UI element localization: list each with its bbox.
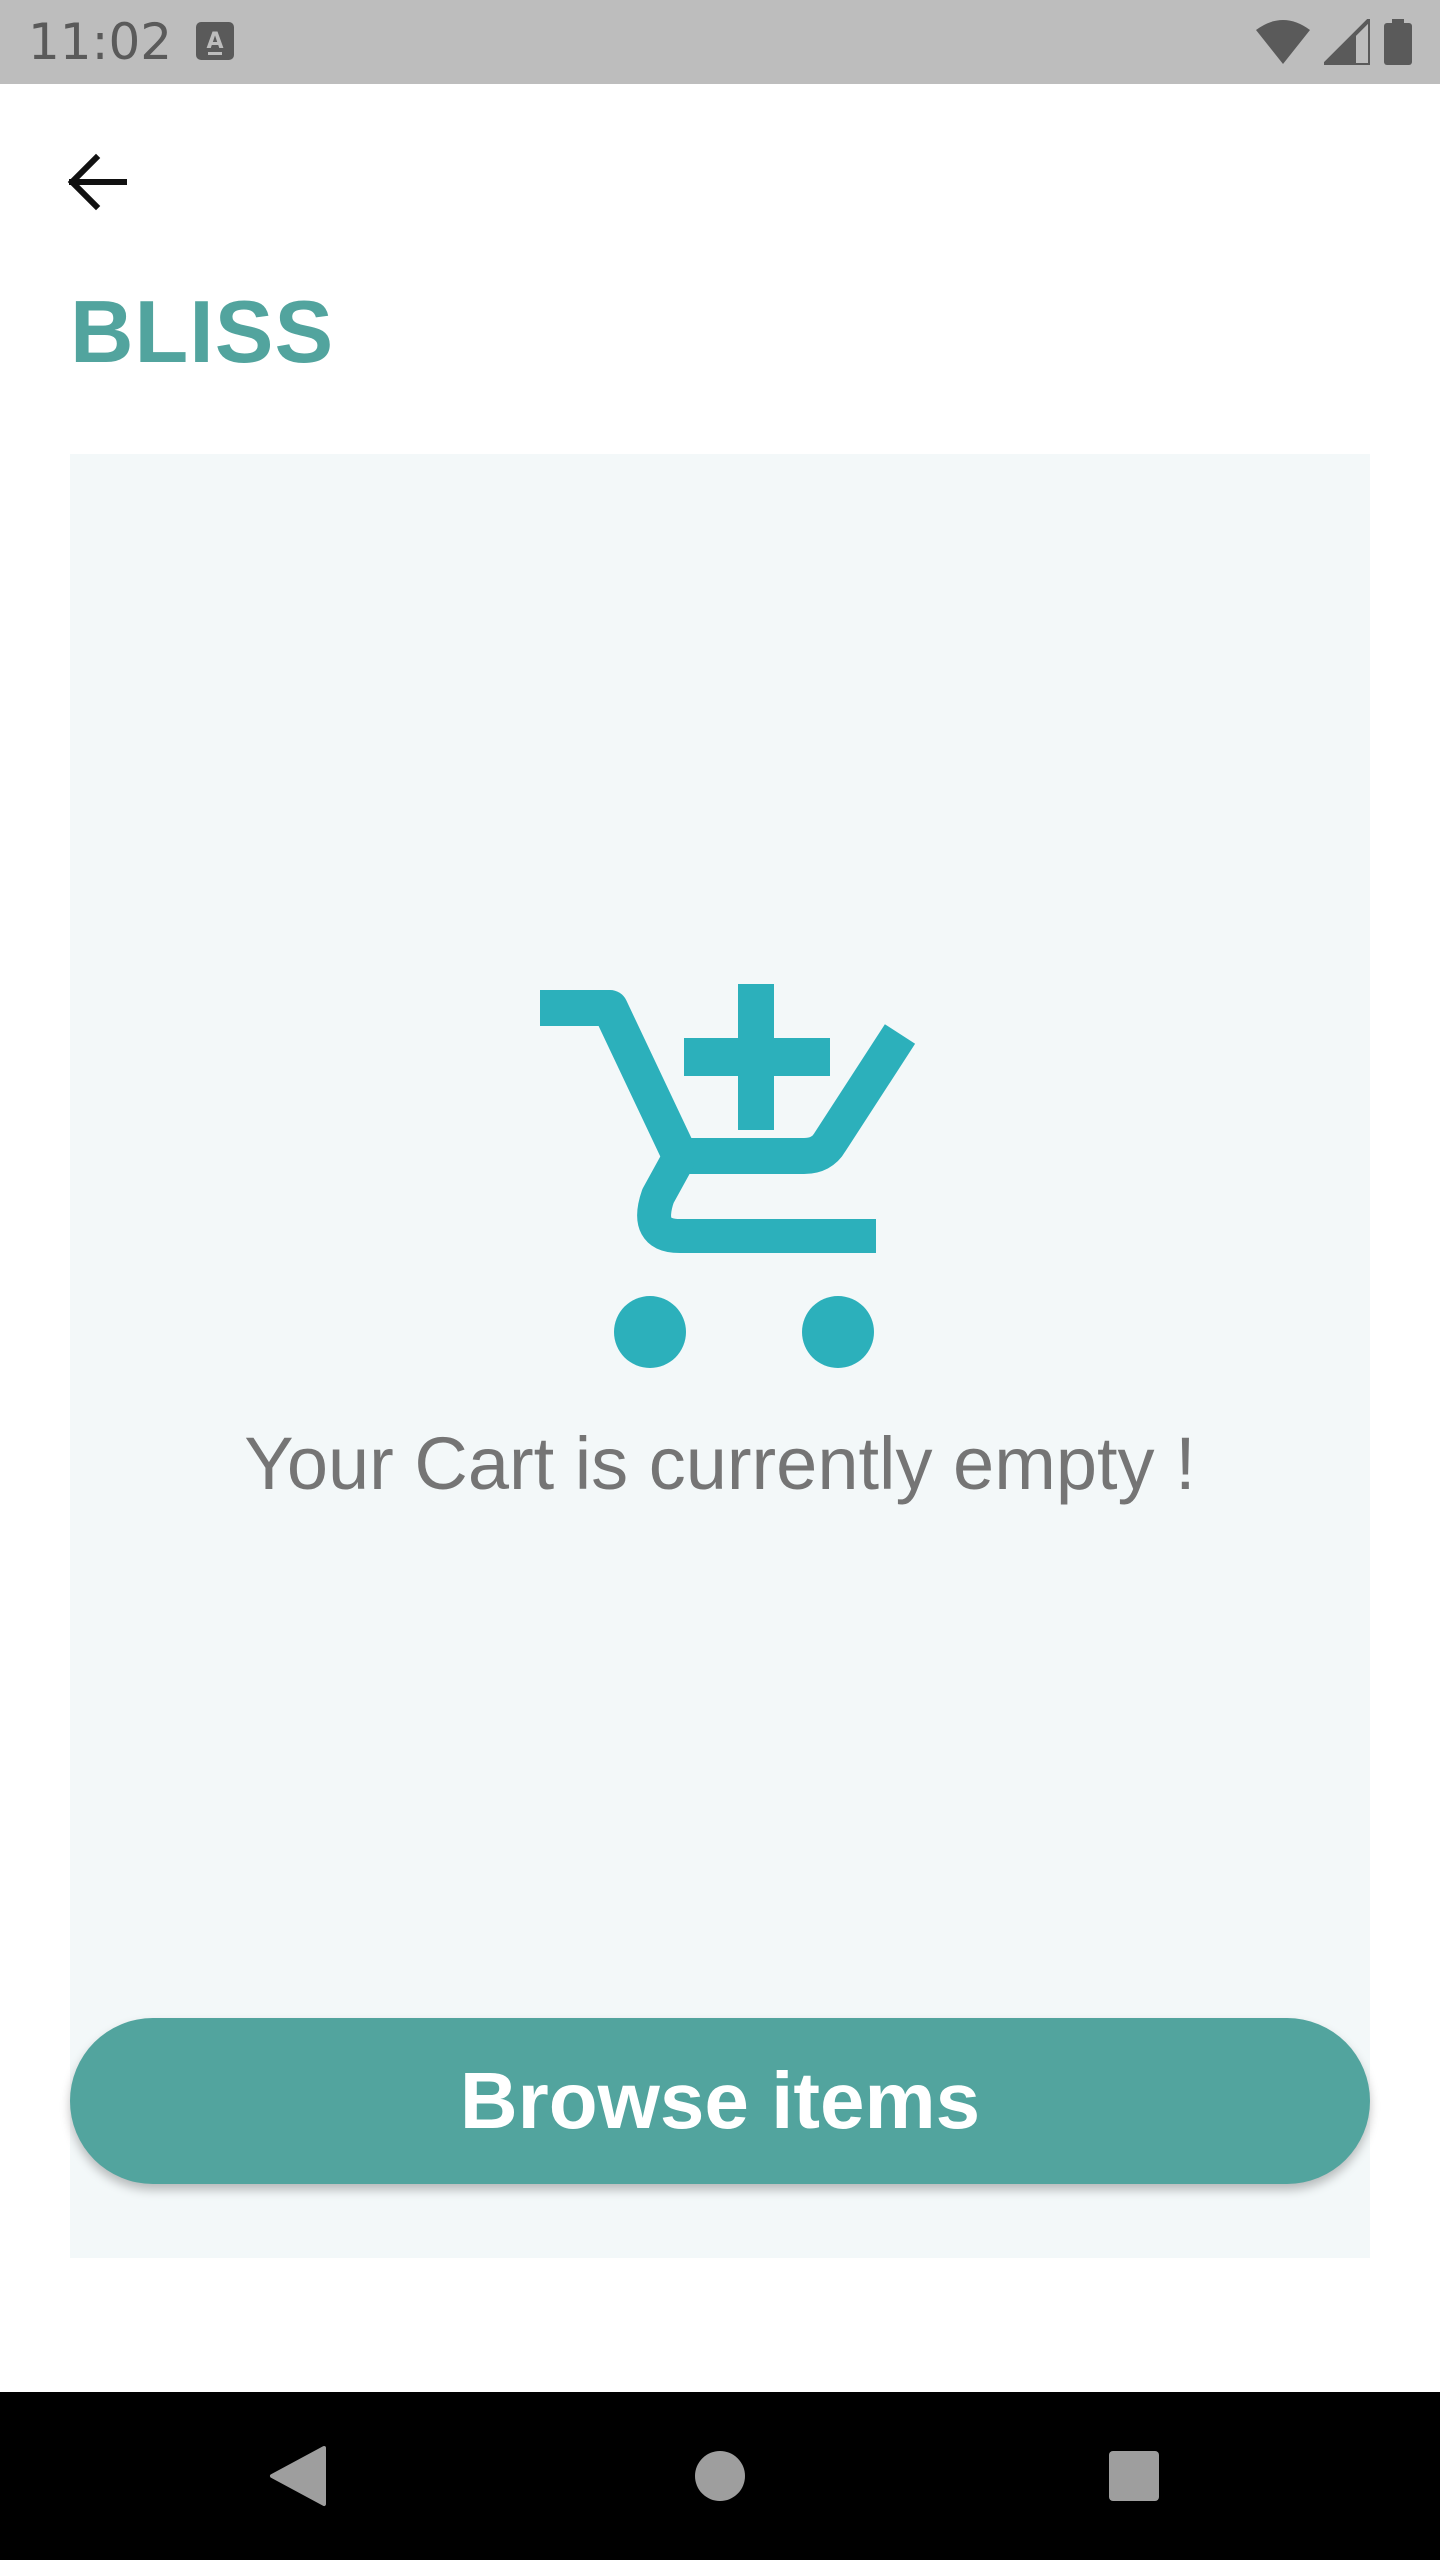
cart-add-icon bbox=[540, 984, 916, 1368]
brand-title: BLISS bbox=[70, 282, 335, 381]
nav-back-icon[interactable] bbox=[268, 2444, 328, 2508]
nav-home-icon[interactable] bbox=[694, 2450, 746, 2502]
empty-cart-message: Your Cart is currently empty ! bbox=[244, 1422, 1196, 1505]
status-bar: 11:02 A bbox=[0, 0, 1440, 84]
system-nav-bar bbox=[0, 2392, 1440, 2560]
arrow-back-icon[interactable] bbox=[58, 142, 138, 222]
svg-text:A: A bbox=[206, 29, 223, 54]
cell-signal-icon bbox=[1324, 19, 1370, 65]
browse-items-label: Browse items bbox=[459, 2056, 981, 2145]
browse-items-button[interactable]: Browse items bbox=[70, 2018, 1370, 2184]
keyboard-a-icon: A bbox=[196, 22, 234, 60]
status-icons bbox=[1256, 18, 1412, 66]
battery-icon bbox=[1384, 19, 1412, 65]
screen: 11:02 A BLISS Your Cart is currently emp… bbox=[0, 0, 1440, 2560]
empty-cart-panel: Your Cart is currently empty ! Browse it… bbox=[70, 454, 1370, 2258]
wifi-icon bbox=[1256, 20, 1310, 64]
status-time: 11:02 bbox=[28, 13, 173, 71]
nav-recents-icon[interactable] bbox=[1108, 2450, 1160, 2502]
